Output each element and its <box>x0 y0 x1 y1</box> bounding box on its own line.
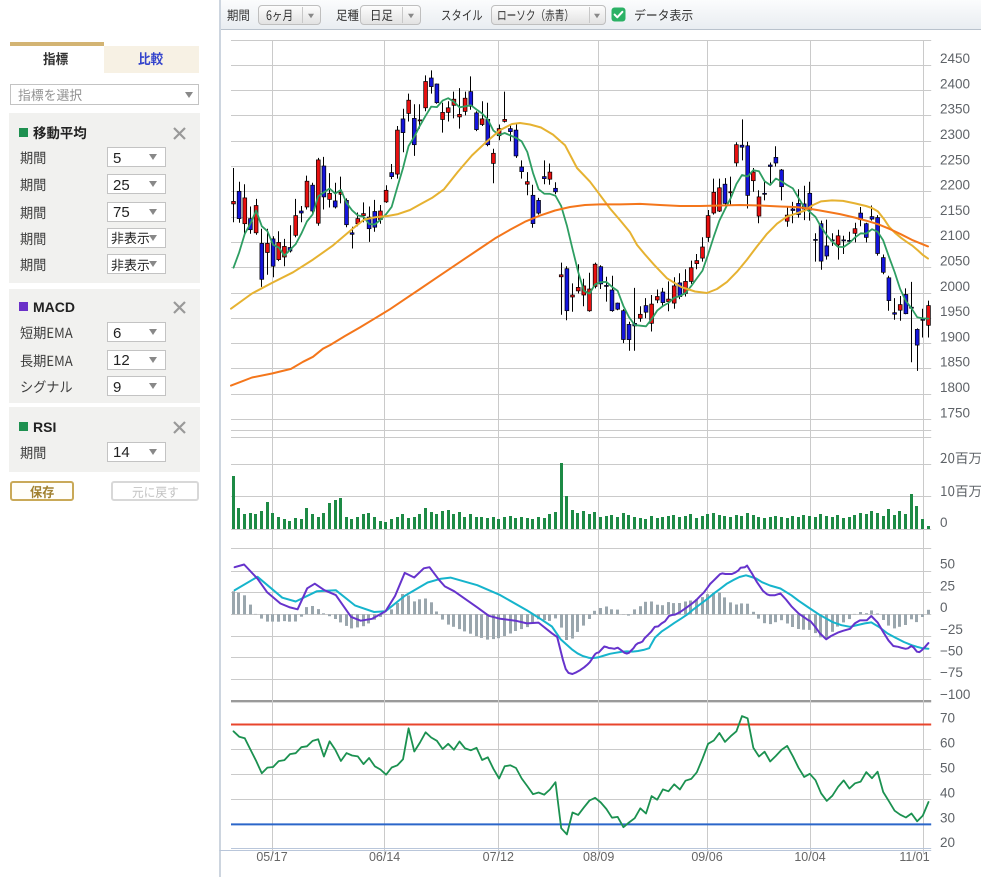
svg-text:1900: 1900 <box>940 329 970 344</box>
svg-text:40: 40 <box>940 785 955 800</box>
svg-text:−75: −75 <box>940 665 963 680</box>
svg-text:05/17: 05/17 <box>256 850 287 864</box>
svg-text:20: 20 <box>940 835 955 850</box>
svg-text:−50: −50 <box>940 644 963 659</box>
svg-text:07/12: 07/12 <box>483 850 514 864</box>
svg-text:08/09: 08/09 <box>583 850 614 864</box>
svg-text:2450: 2450 <box>940 51 970 66</box>
svg-text:2200: 2200 <box>940 178 970 193</box>
svg-text:2100: 2100 <box>940 228 970 243</box>
svg-text:50: 50 <box>940 557 955 572</box>
svg-text:60: 60 <box>940 735 955 750</box>
svg-text:25: 25 <box>940 578 955 593</box>
svg-text:2400: 2400 <box>940 76 970 91</box>
svg-text:1750: 1750 <box>940 405 970 420</box>
svg-text:2150: 2150 <box>940 203 970 218</box>
svg-text:06/14: 06/14 <box>369 850 400 864</box>
svg-text:2000: 2000 <box>940 279 970 294</box>
svg-text:1800: 1800 <box>940 380 970 395</box>
svg-text:30: 30 <box>940 810 955 825</box>
svg-text:50: 50 <box>940 760 955 775</box>
svg-text:−25: −25 <box>940 622 963 637</box>
svg-text:0: 0 <box>940 515 948 530</box>
svg-text:−100: −100 <box>940 687 970 702</box>
svg-text:09/06: 09/06 <box>691 850 722 864</box>
svg-text:0: 0 <box>940 600 948 615</box>
svg-text:1850: 1850 <box>940 355 970 370</box>
svg-text:2250: 2250 <box>940 152 970 167</box>
svg-text:2350: 2350 <box>940 102 970 117</box>
svg-text:10/04: 10/04 <box>794 850 825 864</box>
svg-text:2300: 2300 <box>940 127 970 142</box>
svg-text:70: 70 <box>940 710 955 725</box>
svg-text:11/01: 11/01 <box>899 850 929 864</box>
svg-text:2050: 2050 <box>940 254 970 269</box>
svg-text:1950: 1950 <box>940 304 970 319</box>
